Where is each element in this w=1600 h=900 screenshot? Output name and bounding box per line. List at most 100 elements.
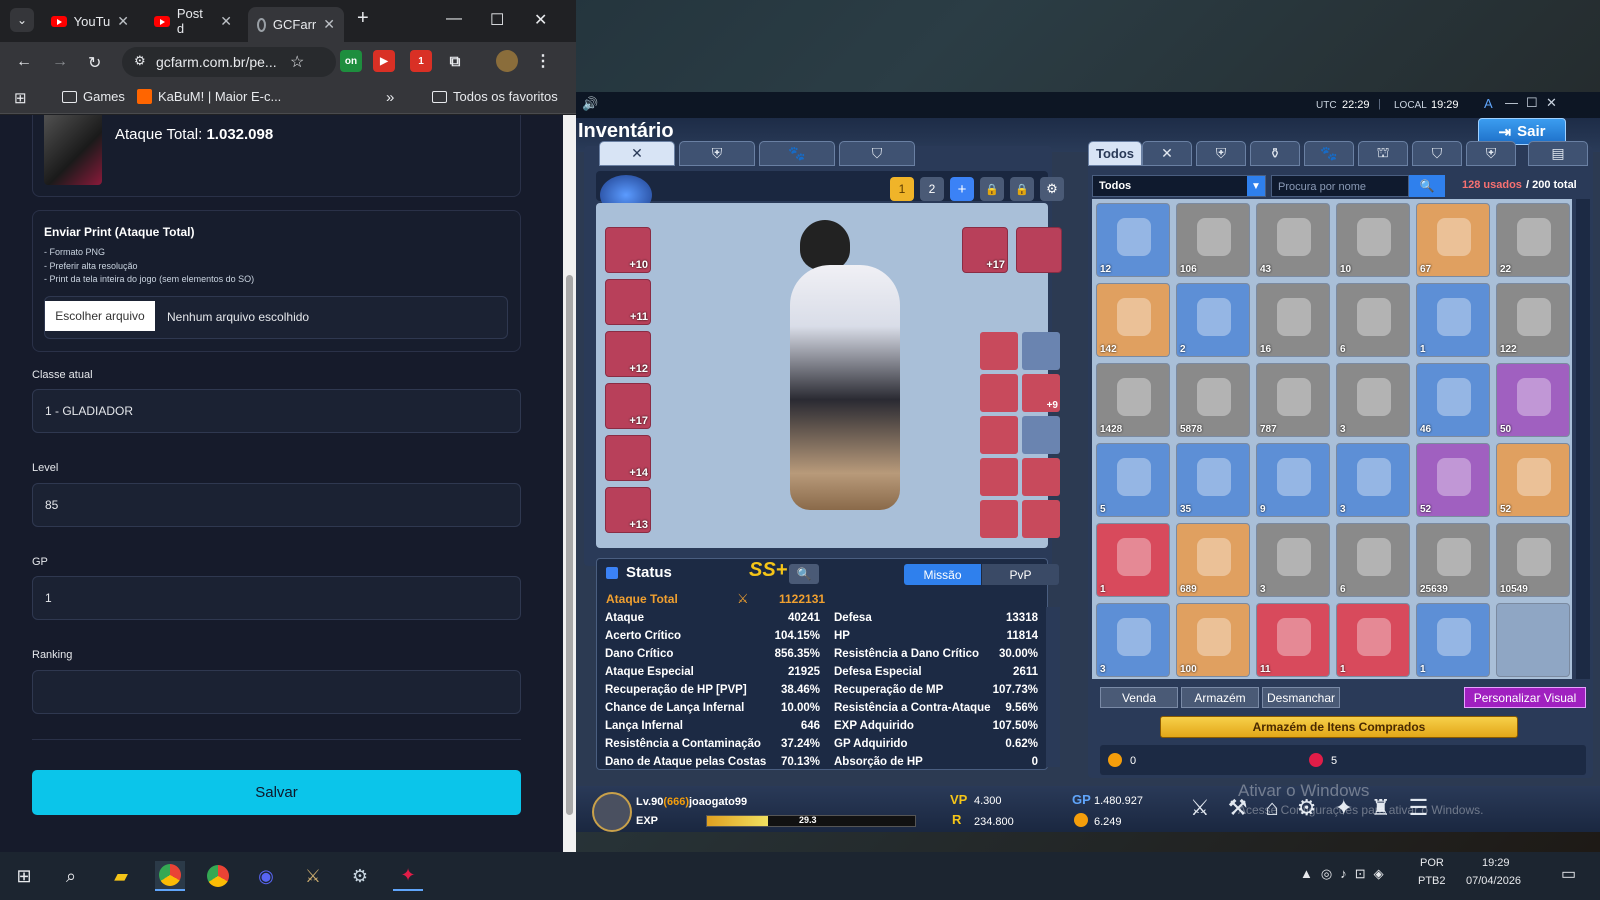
discord-icon[interactable]: ◉ [251,861,281,891]
inv-tab-all[interactable]: Todos [1088,141,1142,166]
inventory-item-slot[interactable]: 46 [1416,363,1490,437]
bookmark-kabum[interactable]: KaBuM! | Maior E-c... [137,89,281,104]
mode-pvp-button[interactable]: PvP [982,564,1059,585]
chrome-taskbar-icon[interactable] [155,861,185,891]
inventory-item-slot[interactable]: 1 [1096,523,1170,597]
inventory-item-slot[interactable]: 5878 [1176,363,1250,437]
inventory-item-slot[interactable]: 3 [1096,603,1170,677]
clock-date[interactable]: 07/04/2026 [1466,875,1521,887]
inv-tab-box-icon[interactable]: ⛫ [1358,141,1408,166]
item-search-input[interactable]: Procura por nome [1271,175,1409,197]
tab-shield-icon[interactable]: ⛉ [839,141,915,166]
game-maximize-icon[interactable]: ☐ [1526,95,1538,111]
inv-tab-potion-icon[interactable]: ⚱ [1250,141,1300,166]
inventory-item-slot[interactable]: 25639 [1416,523,1490,597]
equip-slot-top[interactable]: +11 [605,279,651,325]
address-bar[interactable]: ⚙ gcfarm.com.br/pe... ☆ [122,47,336,77]
inventory-item-slot[interactable]: 16 [1256,283,1330,357]
sell-button[interactable]: Venda [1100,687,1178,708]
notifications-icon[interactable]: ▭ [1561,864,1576,884]
inventory-item-slot[interactable]: 50 [1496,363,1570,437]
inventory-item-slot[interactable]: 1 [1416,283,1490,357]
more-bookmarks-icon[interactable]: » [386,89,394,106]
inventory-item-slot[interactable]: 22 [1496,203,1570,277]
equip-slot-gloves[interactable]: +17 [605,383,651,429]
level-field[interactable]: 85 [32,483,521,527]
extensions-puzzle-icon[interactable]: ⧉ [444,50,466,72]
equip-slot-bottom[interactable]: +12 [605,331,651,377]
tab-weapon-icon[interactable]: ✕ [599,141,675,166]
choose-file-button[interactable]: Escolher arquivo [45,301,155,331]
tab-search-button[interactable]: ⌄ [10,8,34,32]
accessory-slot[interactable] [980,374,1018,412]
status-search-icon[interactable]: 🔍 [789,564,819,584]
game-minimize-icon[interactable]: — [1505,95,1518,110]
speaker-icon[interactable]: 🔊 [582,96,598,112]
scrollbar-thumb[interactable] [566,275,573,815]
accessory-slot[interactable]: +9 [1022,374,1060,412]
reload-icon[interactable]: ↻ [88,53,101,73]
tab-youtube[interactable]: YouTu ✕ [42,7,138,35]
equip-slot-helmet[interactable]: +10 [605,227,651,273]
inventory-item-slot[interactable]: 52 [1416,443,1490,517]
inventory-item-slot[interactable]: 9 [1256,443,1330,517]
inventory-item-slot[interactable]: 2 [1176,283,1250,357]
mode-mission-button[interactable]: Missão [904,564,981,585]
font-size-icon[interactable]: A [1484,96,1493,111]
inv-tab-costume-icon[interactable]: ⛨ [1466,141,1516,166]
minimize-icon[interactable]: — [446,10,462,28]
accessory-slot[interactable] [980,416,1018,454]
inventory-item-slot[interactable]: 106 [1176,203,1250,277]
maximize-icon[interactable]: ☐ [490,10,504,30]
apps-grid-icon[interactable]: ⊞ [14,89,27,107]
preset-1-button[interactable]: 1 [890,177,914,201]
inventory-item-slot[interactable]: 10549 [1496,523,1570,597]
file-input[interactable]: Escolher arquivo Nenhum arquivo escolhid… [44,296,508,339]
purchased-storage-button[interactable]: Armazém de Itens Comprados [1160,716,1518,738]
keyboard-lang[interactable]: POR [1420,857,1444,869]
equip-slot-cape[interactable]: +13 [605,487,651,533]
customize-visual-button[interactable]: Personalizar Visual [1464,687,1586,708]
inventory-item-slot[interactable]: 1 [1336,603,1410,677]
gp-field[interactable]: 1 [32,576,521,620]
accessory-slot[interactable] [1022,332,1060,370]
equip-slot-weapon[interactable]: +17 [962,227,1008,273]
dismantle-button[interactable]: Desmanchar [1262,687,1340,708]
class-field[interactable]: 1 - GLADIADOR [32,389,521,433]
tab-pet-icon[interactable]: 🐾 [759,141,835,166]
inv-tab-pet-icon[interactable]: 🐾 [1304,141,1354,166]
inv-tab-shield-icon[interactable]: ⛉ [1412,141,1462,166]
game-close-icon[interactable]: ✕ [1546,95,1557,111]
inventory-item-slot[interactable]: 3 [1336,443,1410,517]
tab-armor-icon[interactable]: ⛨ [679,141,755,166]
grand-chase-icon[interactable]: ✦ [393,861,423,891]
back-arrow-icon[interactable]: ← [16,53,32,71]
windows-start-icon[interactable]: ⊞ [9,861,39,891]
player-avatar[interactable] [592,792,632,832]
site-info-icon[interactable]: ⚙ [134,53,146,69]
inventory-item-slot[interactable]: 5 [1096,443,1170,517]
clock-time[interactable]: 19:29 [1482,857,1510,869]
inventory-item-slot[interactable]: 10 [1336,203,1410,277]
filter-dropdown[interactable]: Todos ▼ [1092,175,1266,197]
inventory-empty-slot[interactable] [1496,603,1570,677]
new-tab-plus-icon[interactable]: + [357,7,369,30]
chrome-profile-taskbar-icon[interactable] [203,861,233,891]
accessory-slot[interactable] [980,332,1018,370]
profile-avatar[interactable] [496,50,518,72]
forward-arrow-icon[interactable]: → [52,53,68,71]
steam-icon[interactable]: ⚙ [345,861,375,891]
accessory-slot[interactable] [1022,416,1060,454]
accessory-slot[interactable] [980,458,1018,496]
extension-on-icon[interactable]: on [340,50,362,72]
inventory-item-slot[interactable]: 11 [1256,603,1330,677]
inventory-item-slot[interactable]: 67 [1416,203,1490,277]
status-scrollbar[interactable] [1046,607,1060,767]
close-window-icon[interactable]: ✕ [534,10,547,30]
tab-gcfarm[interactable]: GCFarr ✕ [248,7,344,42]
inventory-item-slot[interactable]: 122 [1496,283,1570,357]
settings-gear-icon[interactable]: ⚙ [1040,177,1064,201]
keyboard-layout[interactable]: PTB2 [1418,875,1446,887]
inventory-item-slot[interactable]: 43 [1256,203,1330,277]
inventory-item-slot[interactable]: 52 [1496,443,1570,517]
